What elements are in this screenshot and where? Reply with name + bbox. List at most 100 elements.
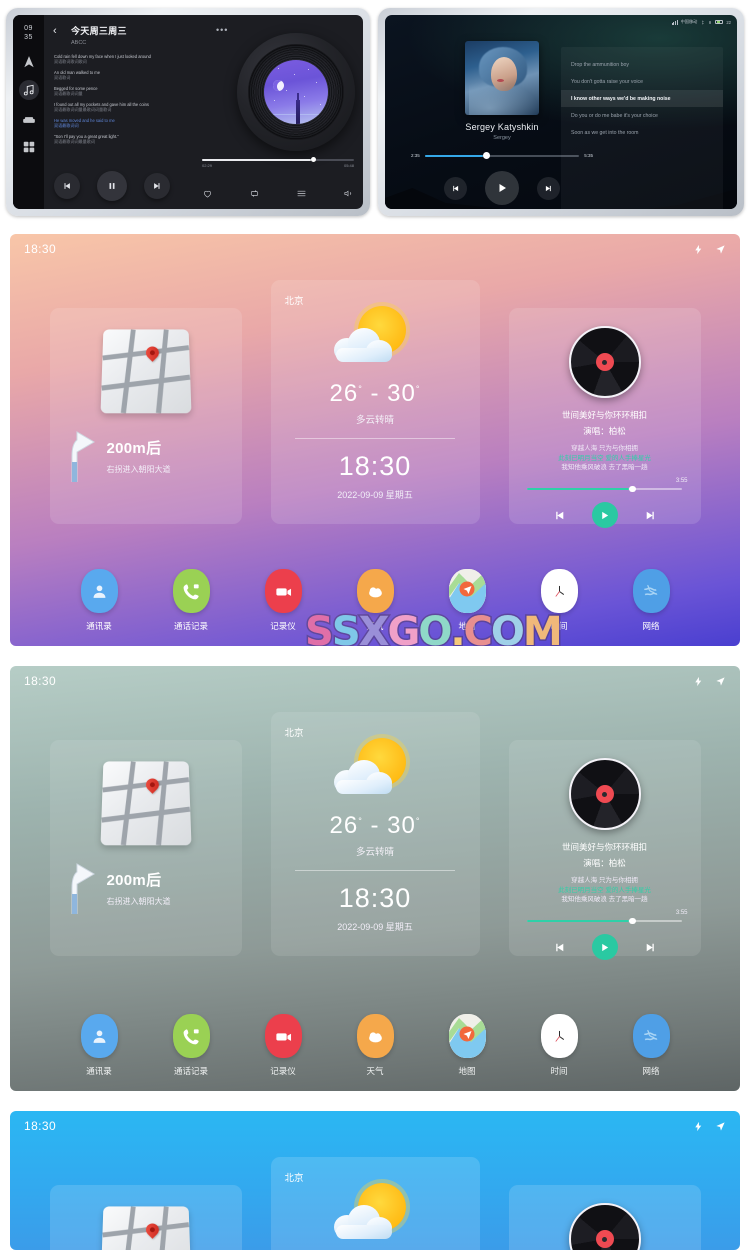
dashcam-icon <box>265 569 302 613</box>
heart-icon[interactable] <box>202 188 213 199</box>
dock-app-call-log[interactable]: 通话记录 <box>167 569 215 632</box>
dock-app-dashcam[interactable]: 记录仪 <box>259 569 307 632</box>
player-main: ‹ 今天周三周三 ABCC ••• Cold rain fell down my… <box>44 15 363 209</box>
nav-instruction: 右拐进入朝阳大道 <box>107 464 171 475</box>
dock-app-network[interactable]: 网络 <box>627 569 675 632</box>
globe-icon <box>633 1014 670 1058</box>
dock-label: 通话记录 <box>167 620 215 632</box>
charging-bolt-icon <box>693 1121 704 1132</box>
weather-widget[interactable]: 北京 <box>271 1157 480 1250</box>
location-arrow-icon <box>715 244 726 255</box>
music-lyrics: 穿越人海 只为与你相拥 此刻已明月当空 爱的人手捧星光 我知他乘风破浪 去了黑暗… <box>509 876 701 905</box>
tower-silhouette <box>296 100 300 124</box>
lyric-line-current: He was moved and he said to me 双语最歌词词 <box>54 118 234 129</box>
weather-temperature: 26° - 30° <box>271 380 480 408</box>
volume-icon[interactable] <box>343 188 354 199</box>
pause-button[interactable] <box>97 171 127 201</box>
seek-handle[interactable] <box>483 152 490 159</box>
battery-icon <box>715 20 723 25</box>
car-icon[interactable] <box>22 113 36 127</box>
repeat-icon[interactable] <box>249 188 260 199</box>
sun-behind-cloud-icon <box>330 738 420 804</box>
bluetooth-icon <box>700 20 705 25</box>
weather-city: 北京 <box>285 1170 304 1184</box>
status-clock: 18:30 <box>24 1119 56 1133</box>
dock-label: 通讯录 <box>75 620 123 632</box>
apps-grid-icon[interactable] <box>22 140 36 154</box>
vinyl-record-icon <box>569 1203 641 1250</box>
lyric-line-current: 此刻已明月当空 爱的人手捧星光 <box>509 886 701 896</box>
dock-app-dashcam[interactable]: 记录仪 <box>259 1014 307 1077</box>
navigation-icon[interactable] <box>22 55 36 69</box>
progress-handle[interactable] <box>629 918 636 925</box>
dock-app-map[interactable]: 地图 <box>443 1014 491 1077</box>
lyric-line: Cold rain fell down my face when I just … <box>54 54 234 65</box>
carrier-label: 中国移动 <box>681 19 698 25</box>
music-song-title: 世间美好与你环环相扣 <box>509 841 701 853</box>
weather-condition: 多云转晴 <box>271 412 480 426</box>
nav-instruction: 右拐进入朝阳大道 <box>107 896 171 907</box>
play-button[interactable] <box>485 171 519 205</box>
play-button[interactable] <box>592 502 618 528</box>
lyrics-panel[interactable]: Drop the ammunition boy You don't gotta … <box>561 47 723 209</box>
previous-track-button[interactable] <box>54 173 80 199</box>
dock-app-network[interactable]: 网络 <box>627 1014 675 1077</box>
previous-track-button[interactable] <box>553 509 566 522</box>
more-options-button[interactable]: ••• <box>216 25 228 35</box>
next-track-button[interactable] <box>644 509 657 522</box>
phone-music-player-device: 09 35 ‹ <box>6 8 370 216</box>
seek-handle[interactable] <box>311 157 316 162</box>
lyrics-list[interactable]: Cold rain fell down my face when I just … <box>54 54 234 145</box>
map-icon <box>449 1014 486 1058</box>
next-track-button[interactable] <box>144 173 170 199</box>
dock-app-clock[interactable]: 时间 <box>535 1014 583 1077</box>
status-clock: 18:30 <box>24 674 56 688</box>
lyric-line-current: 此刻已明月当空 爱的人手捧星光 <box>509 454 701 464</box>
total-time: 05:48 <box>344 163 354 168</box>
navigation-widget[interactable]: 200m后 右拐进入朝阳大道 <box>50 308 242 524</box>
seek-area[interactable]: 02:29 05:48 <box>202 159 354 168</box>
dock-app-contacts[interactable]: 通讯录 <box>75 569 123 632</box>
dock-label: 网络 <box>627 620 675 632</box>
vinyl-grooves <box>248 44 344 140</box>
album-art <box>264 60 328 124</box>
widget-row: 北京 <box>10 1157 740 1250</box>
weather-widget[interactable]: 北京 26° - 30° 多云转晴 18:30 <box>271 712 480 956</box>
music-progress-bar[interactable] <box>527 488 682 491</box>
dock-app-weather[interactable]: 天气 <box>351 1014 399 1077</box>
previous-track-button[interactable] <box>444 177 467 200</box>
lyric-line: 我知他乘风破浪 去了黑暗一趟 <box>509 895 701 905</box>
screenshot-root: 09 35 ‹ <box>0 0 750 1250</box>
weather-widget[interactable]: 北京 26° - 30° 多云转晴 18:30 <box>271 280 480 524</box>
back-button[interactable]: ‹ <box>53 26 57 37</box>
music-widget[interactable]: 世间美好与你环环相扣 演唱：柏松 穿越人海 只为与你相拥 此刻已明月当空 爱的人… <box>509 740 701 956</box>
turn-arrow-icon <box>64 862 98 914</box>
music-icon[interactable] <box>19 80 39 100</box>
status-icons <box>693 1121 726 1132</box>
tablet-player-screen: 中国移动 22 Sergey Katyshkin Sergey <box>385 15 737 209</box>
map-thumbnail <box>100 1206 191 1250</box>
seek-bar[interactable] <box>425 155 579 157</box>
lyric-line: An old man walked to me 双语歌词 <box>54 70 234 81</box>
next-track-button[interactable] <box>537 177 560 200</box>
play-button[interactable] <box>592 934 618 960</box>
music-widget[interactable] <box>509 1185 701 1250</box>
navigation-widget[interactable] <box>50 1185 242 1250</box>
sun-behind-cloud-icon <box>330 1183 420 1249</box>
dock-app-call-log[interactable]: 通话记录 <box>167 1014 215 1077</box>
widget-row: 200m后 右拐进入朝阳大道 北京 26° <box>10 280 740 524</box>
seek-bar[interactable] <box>202 159 354 161</box>
progress-handle[interactable] <box>629 486 636 493</box>
music-widget[interactable]: 世间美好与你环环相扣 演唱：柏松 穿越人海 只为与你相拥 此刻已明月当空 爱的人… <box>509 308 701 524</box>
lyric-line: Do you or do me babe it's your choice <box>561 107 723 124</box>
vinyl-record-icon <box>237 33 355 151</box>
dashcam-icon <box>265 1014 302 1058</box>
app-dock: 通讯录 通话记录 记录仪 天气 <box>10 1014 740 1077</box>
dock-app-contacts[interactable]: 通讯录 <box>75 1014 123 1077</box>
lyric-cn: 双语最歌词词 <box>54 123 234 129</box>
playlist-icon[interactable] <box>296 188 307 199</box>
previous-track-button[interactable] <box>553 941 566 954</box>
music-progress-bar[interactable] <box>527 920 682 923</box>
next-track-button[interactable] <box>644 941 657 954</box>
navigation-widget[interactable]: 200m后 右拐进入朝阳大道 <box>50 740 242 956</box>
